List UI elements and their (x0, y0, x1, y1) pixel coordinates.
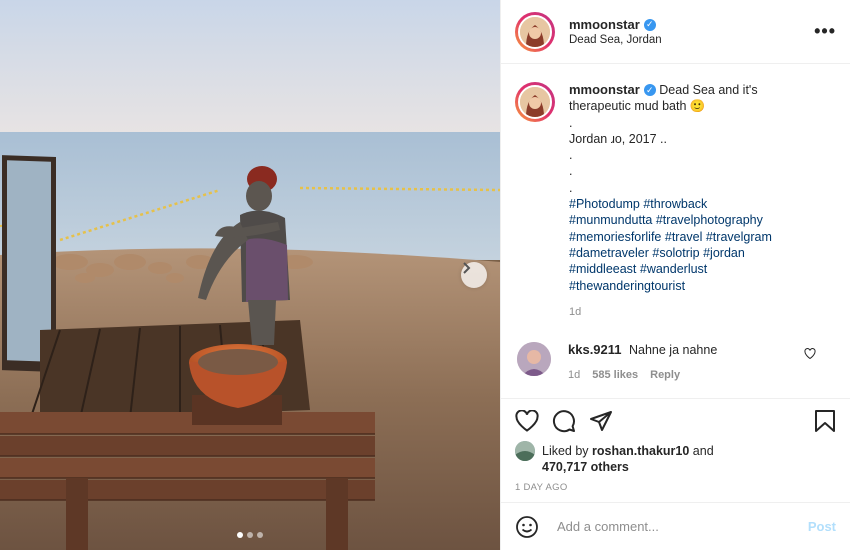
share-button[interactable] (589, 409, 613, 433)
verified-badge-icon: ✓ (643, 18, 656, 31)
verified-badge-icon: ✓ (643, 84, 656, 97)
caption-dot: . (569, 148, 573, 163)
liker-photo (515, 441, 535, 461)
hashtag-line[interactable]: #munmundutta #travelphotography (569, 212, 772, 228)
post-photo[interactable] (0, 0, 500, 550)
hashtag-line[interactable]: #thewanderingtourist (569, 278, 772, 294)
avatar[interactable] (518, 14, 552, 49)
caption-dot: . (569, 164, 573, 179)
carousel-next-button[interactable] (461, 262, 487, 288)
post-comment-button[interactable]: Post (808, 519, 836, 534)
bookmark-icon (815, 410, 835, 432)
caption-date: Jordan ɹo, 2017 .. (569, 131, 667, 146)
caption-story-ring[interactable] (515, 82, 555, 122)
profile-photo (520, 87, 550, 117)
caption: mmoonstar ✓ Dead Sea and it's therapeutic… (501, 64, 850, 320)
commenter-avatar[interactable] (517, 342, 551, 377)
post-header: mmoonstar ✓ Dead Sea, Jordan ••• (501, 0, 850, 64)
profile-photo (520, 16, 550, 47)
liker-username[interactable]: roshan.thakur10 (592, 444, 689, 458)
comment-likes[interactable]: 585 likes (592, 369, 638, 381)
heart-icon (515, 410, 539, 432)
commenter-username[interactable]: kks.9211 (568, 342, 622, 357)
likes-conj: and (692, 444, 714, 458)
reply-button[interactable]: Reply (650, 369, 680, 381)
caption-age[interactable]: 1d (569, 304, 772, 320)
hashtag-line[interactable]: #Photodump #throwback (569, 196, 772, 212)
chevron-right-icon (463, 262, 471, 274)
like-button[interactable] (515, 410, 539, 432)
hashtag-line[interactable]: #memoriesforlife #travel #travelgram (569, 229, 772, 245)
liker-avatar[interactable] (515, 441, 535, 461)
story-ring[interactable] (515, 11, 555, 52)
comments-section[interactable]: mmoonstar ✓ Dead Sea and it's therapeutic… (501, 64, 850, 398)
hashtags[interactable]: #Photodump #throwback #munmundutta #trav… (569, 196, 772, 294)
post-location[interactable]: Dead Sea, Jordan (569, 34, 662, 46)
post-username-text[interactable]: mmoonstar (569, 17, 640, 32)
add-comment-bar: Post (501, 502, 850, 550)
commenter-photo (517, 342, 551, 377)
post-timestamp[interactable]: 1 DAY AGO (515, 482, 836, 493)
comment-meta: 1d 585 likes Reply (568, 369, 717, 381)
caption-text-line2: therapeutic mud bath 🙂 (569, 99, 706, 114)
paper-plane-icon (590, 411, 612, 431)
dead-sea-mud-bath-image (0, 0, 500, 550)
comment-input[interactable] (555, 518, 808, 535)
caption-body: mmoonstar ✓ Dead Sea and it's therapeutic… (569, 82, 772, 320)
carousel-dot-3 (257, 532, 263, 538)
smiley-icon (516, 515, 538, 538)
comment-like-button[interactable] (804, 348, 816, 362)
carousel-indicator (0, 532, 500, 538)
comment-text: Nahne ja nahne (629, 343, 718, 358)
caption-username[interactable]: mmoonstar ✓ (569, 82, 656, 98)
emoji-button[interactable] (515, 515, 539, 539)
post-side-panel: mmoonstar ✓ Dead Sea, Jordan ••• mmoonst… (500, 0, 850, 550)
instagram-post: mmoonstar ✓ Dead Sea, Jordan ••• mmoonst… (0, 0, 850, 550)
comment-item: kks.9211 Nahne ja nahne 1d 585 likes Rep… (501, 320, 850, 381)
comment-age[interactable]: 1d (568, 369, 580, 381)
hashtag-line[interactable]: #dametraveler #solotrip #jordan (569, 245, 772, 261)
caption-text-line1: Dead Sea and it's (659, 83, 758, 97)
likes-count[interactable]: 470,717 others (542, 460, 629, 474)
carousel-dot-1 (237, 532, 243, 538)
comment-bubble-icon (553, 410, 575, 433)
hashtag-line[interactable]: #middleeast #wanderlust (569, 261, 772, 277)
caption-avatar[interactable] (518, 85, 552, 119)
likes-summary: Liked by roshan.thakur10 and 470,717 oth… (515, 441, 836, 475)
comment-button[interactable] (552, 409, 576, 433)
heart-icon (804, 348, 816, 360)
carousel-dot-2 (247, 532, 253, 538)
caption-dot: . (569, 115, 573, 130)
likes-prefix: Liked by (542, 444, 589, 458)
caption-dot: . (569, 180, 573, 195)
post-username[interactable]: mmoonstar ✓ (569, 17, 662, 32)
more-options-button[interactable]: ••• (814, 21, 836, 42)
action-bar: Liked by roshan.thakur10 and 470,717 oth… (501, 398, 850, 493)
save-button[interactable] (814, 409, 836, 433)
